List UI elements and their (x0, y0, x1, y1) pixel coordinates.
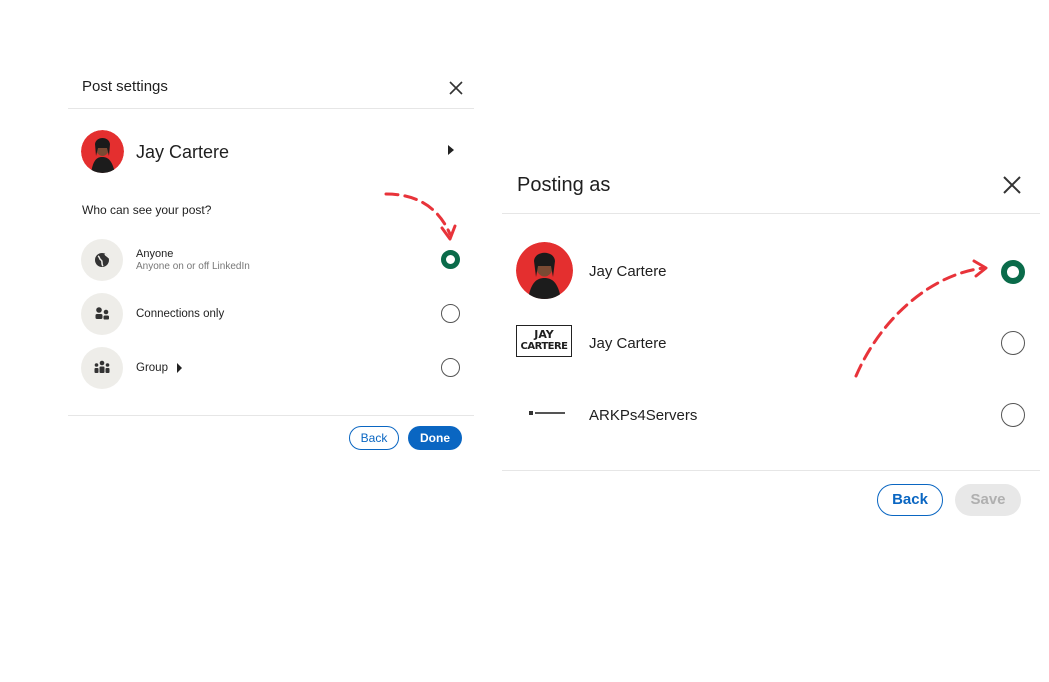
option-group[interactable]: Group (68, 346, 474, 390)
option-sublabel: Anyone on or off LinkedIn (136, 261, 250, 272)
account-name: Jay Cartere (589, 263, 667, 280)
logo-text: CARTERE (520, 341, 568, 352)
footer-divider (68, 415, 474, 416)
dialog-title: Post settings (82, 78, 168, 95)
avatar (81, 130, 124, 173)
radio-group[interactable] (441, 358, 460, 377)
radio-anyone[interactable] (441, 250, 460, 269)
account-name: ARKPs4Servers (589, 407, 698, 424)
option-label: Group (136, 362, 168, 374)
avatar (516, 242, 573, 299)
caret-right-icon[interactable] (176, 363, 183, 373)
account-name: Jay Cartere (136, 142, 230, 162)
back-button[interactable]: Back (349, 426, 399, 450)
header-divider (68, 108, 474, 109)
header-divider (502, 213, 1040, 214)
annotation-arrow (384, 192, 457, 241)
visibility-question: Who can see your post? (82, 203, 212, 217)
back-button[interactable]: Back (877, 484, 943, 516)
people-icon (81, 293, 123, 335)
account-row[interactable]: ARKPs4Servers (502, 392, 1040, 438)
dialog-title: Posting as (517, 174, 611, 196)
option-connections-only[interactable]: Connections only (68, 292, 474, 336)
close-icon[interactable] (1003, 176, 1021, 194)
radio-connections-only[interactable] (441, 304, 460, 323)
option-label: Anyone (136, 248, 174, 260)
logo-text: JAY (534, 328, 554, 341)
done-button[interactable]: Done (408, 426, 462, 450)
account-row[interactable]: Jay Cartere (68, 125, 474, 175)
account-name: Jay Cartere (589, 335, 667, 352)
radio-account-2[interactable] (1001, 331, 1025, 355)
caret-right-icon[interactable] (447, 145, 455, 155)
radio-account-1[interactable] (1001, 260, 1025, 284)
annotation-arrow (854, 259, 988, 378)
company-logo (529, 411, 565, 415)
company-logo: JAY CARTERE (516, 325, 572, 357)
close-icon[interactable] (449, 81, 463, 95)
footer-divider (502, 470, 1040, 471)
option-label: Connections only (136, 308, 225, 320)
globe-icon (81, 239, 123, 281)
save-button[interactable]: Save (955, 484, 1021, 516)
group-icon (81, 347, 123, 389)
post-settings-dialog: Post settings Jay Cartere Who can see yo… (68, 70, 474, 470)
radio-account-3[interactable] (1001, 403, 1025, 427)
